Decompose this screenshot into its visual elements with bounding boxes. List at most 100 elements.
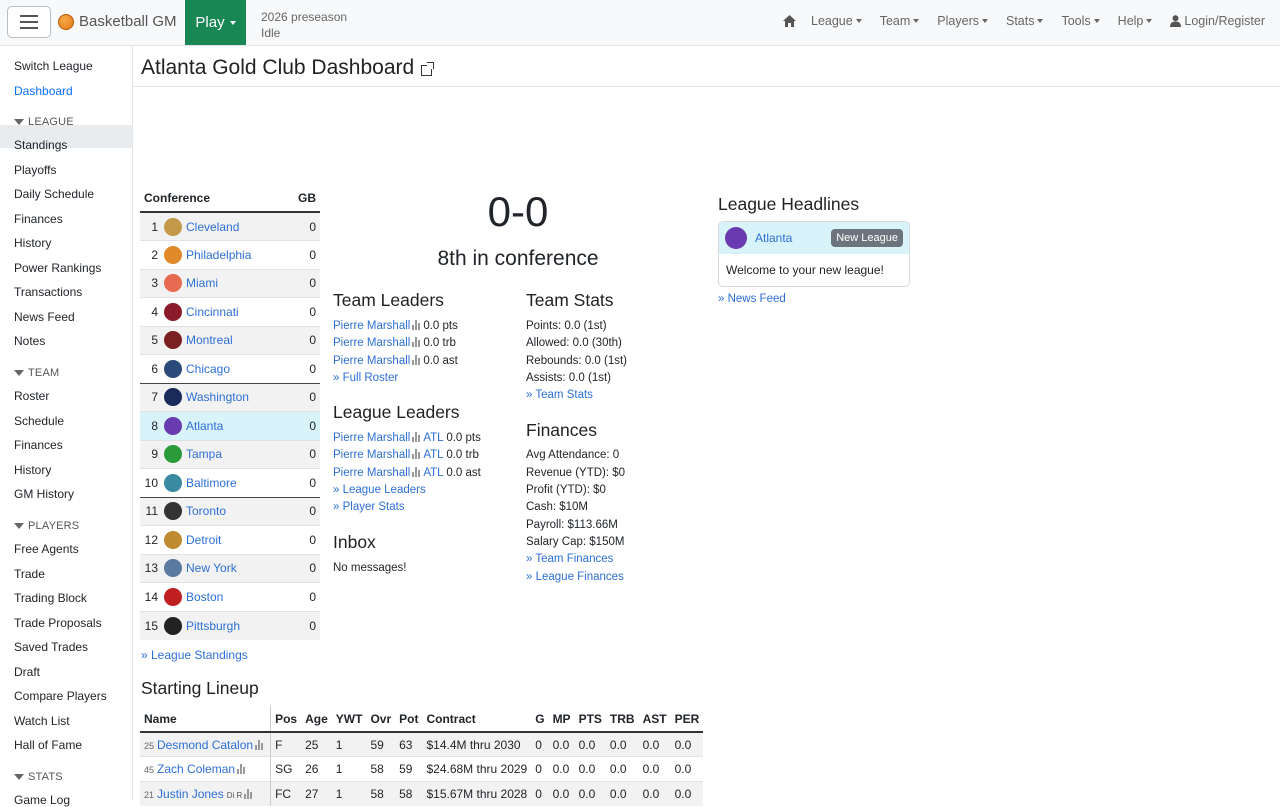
team-link[interactable]: Washington [186,390,249,404]
sidebar-item-playoffs[interactable]: Playoffs [14,163,56,177]
team-link[interactable]: Baltimore [186,476,237,490]
lineup-header-ywt[interactable]: YWT [331,706,367,733]
lineup-header-pot[interactable]: Pot [395,706,423,733]
sidebar-item-trading-block[interactable]: Trading Block [14,591,87,605]
play-menu-button[interactable]: Play [185,0,246,45]
team-link[interactable]: Boston [186,590,223,604]
lineup-header-ast[interactable]: AST [638,706,671,733]
league-finances-link[interactable]: » League Finances [526,569,624,586]
sidebar-item-trade-proposals[interactable]: Trade Proposals [14,616,102,630]
team-abbrev-link[interactable]: ATL [423,449,443,461]
stats-bar-icon[interactable] [412,355,421,365]
sidebar-item-saved-trades[interactable]: Saved Trades [14,640,88,654]
brand-link[interactable]: Basketball GM [58,13,177,30]
team-link[interactable]: Detroit [186,533,221,547]
stats-bar-icon[interactable] [255,739,264,750]
player-link[interactable]: Desmond Catalon [157,738,253,752]
sidebar-item-switch-league[interactable]: Switch League [14,59,93,73]
sidebar-item-team-history[interactable]: History [14,463,51,477]
stats-bar-icon[interactable] [412,320,421,330]
sidebar-item-transactions[interactable]: Transactions [14,285,82,299]
sidebar-item-schedule[interactable]: Schedule [14,414,64,428]
player-link[interactable]: Pierre Marshall [333,355,410,367]
player-stats-link[interactable]: » Player Stats [333,499,405,516]
news-feed-link[interactable]: » News Feed [718,291,786,308]
sidebar-item-notes[interactable]: Notes [14,334,45,348]
standings-header-gb[interactable]: GB [285,185,320,213]
team-link[interactable]: Montreal [186,333,233,347]
sidebar-item-watch-list[interactable]: Watch List [14,714,70,728]
sidebar-section-league[interactable]: LEAGUE [14,116,74,128]
sidebar-item-daily-schedule[interactable]: Daily Schedule [14,187,94,201]
lineup-header-age[interactable]: Age [301,706,332,733]
stats-menu[interactable]: Stats [997,14,1053,28]
team-link[interactable]: Philadelphia [186,248,251,262]
sidebar-item-team-finances[interactable]: Finances [14,438,63,452]
sidebar-item-compare-players[interactable]: Compare Players [14,689,107,703]
team-link[interactable]: Toronto [186,504,226,518]
player-link[interactable]: Pierre Marshall [333,320,410,332]
lineup-header-per[interactable]: PER [670,706,704,733]
sidebar-item-draft[interactable]: Draft [14,665,40,679]
team-link[interactable]: Cincinnati [186,305,239,319]
sidebar-item-news-feed[interactable]: News Feed [14,310,75,324]
team-link[interactable]: Pittsburgh [186,619,240,633]
hamburger-menu-button[interactable] [7,6,51,38]
sidebar-item-hall-of-fame[interactable]: Hall of Fame [14,738,82,752]
standings-header-conference[interactable]: Conference [140,185,286,213]
team-finances-link[interactable]: » Team Finances [526,551,613,568]
team-menu[interactable]: Team [871,14,929,28]
lineup-header-g[interactable]: G [531,706,549,733]
lineup-header-pts[interactable]: PTS [574,706,606,733]
team-abbrev-link[interactable]: ATL [423,467,443,479]
sidebar-item-power-rankings[interactable]: Power Rankings [14,261,101,275]
player-link[interactable]: Zach Coleman [157,762,235,776]
player-link[interactable]: Pierre Marshall [333,449,410,461]
players-menu[interactable]: Players [928,14,997,28]
team-link[interactable]: Chicago [186,362,230,376]
player-link[interactable]: Pierre Marshall [333,432,410,444]
sidebar-item-game-log[interactable]: Game Log [14,793,70,807]
team-link[interactable]: Tampa [186,447,222,461]
league-leaders-link[interactable]: » League Leaders [333,482,426,499]
lineup-header-contract[interactable]: Contract [422,706,532,733]
sidebar-section-team[interactable]: TEAM [14,367,59,379]
home-link[interactable] [777,14,802,28]
sidebar-item-league-finances[interactable]: Finances [14,212,63,226]
sidebar-item-gm-history[interactable]: GM History [14,487,74,501]
lineup-header-trb[interactable]: TRB [605,706,639,733]
login-register-link[interactable]: Login/Register [1161,14,1274,28]
stats-bar-icon[interactable] [412,432,421,442]
sidebar-item-free-agents[interactable]: Free Agents [14,542,79,556]
lineup-header-mp[interactable]: MP [548,706,575,733]
lineup-header-pos[interactable]: Pos [270,706,302,733]
stats-bar-icon[interactable] [237,763,246,774]
player-link[interactable]: Pierre Marshall [333,467,410,479]
lineup-header-ovr[interactable]: Ovr [366,706,396,733]
stats-bar-icon[interactable] [412,467,421,477]
sidebar-item-league-history[interactable]: History [14,236,51,250]
stats-bar-icon[interactable] [412,337,421,347]
team-stats-link[interactable]: » Team Stats [526,387,593,404]
sidebar-section-players[interactable]: PLAYERS [14,520,79,532]
full-roster-link[interactable]: » Full Roster [333,370,398,387]
team-link[interactable]: New York [186,561,237,575]
stats-bar-icon[interactable] [244,788,253,799]
sidebar-item-dashboard[interactable]: Dashboard [14,84,73,98]
external-link-icon[interactable] [421,61,435,76]
headline-team-link[interactable]: Atlanta [755,231,792,245]
lineup-header-name[interactable]: Name [140,706,272,733]
team-link[interactable]: Cleveland [186,220,239,234]
league-standings-link[interactable]: » League Standings [141,648,248,662]
sidebar-section-stats[interactable]: STATS [14,771,63,783]
sidebar-item-roster[interactable]: Roster [14,389,49,403]
sidebar-item-trade[interactable]: Trade [14,567,45,581]
league-menu[interactable]: League [802,14,871,28]
tools-menu[interactable]: Tools [1052,14,1108,28]
player-link[interactable]: Pierre Marshall [333,337,410,349]
team-link[interactable]: Atlanta [186,419,223,433]
team-link[interactable]: Miami [186,276,218,290]
team-abbrev-link[interactable]: ATL [423,432,443,444]
stats-bar-icon[interactable] [412,449,421,459]
help-menu[interactable]: Help [1109,14,1162,28]
